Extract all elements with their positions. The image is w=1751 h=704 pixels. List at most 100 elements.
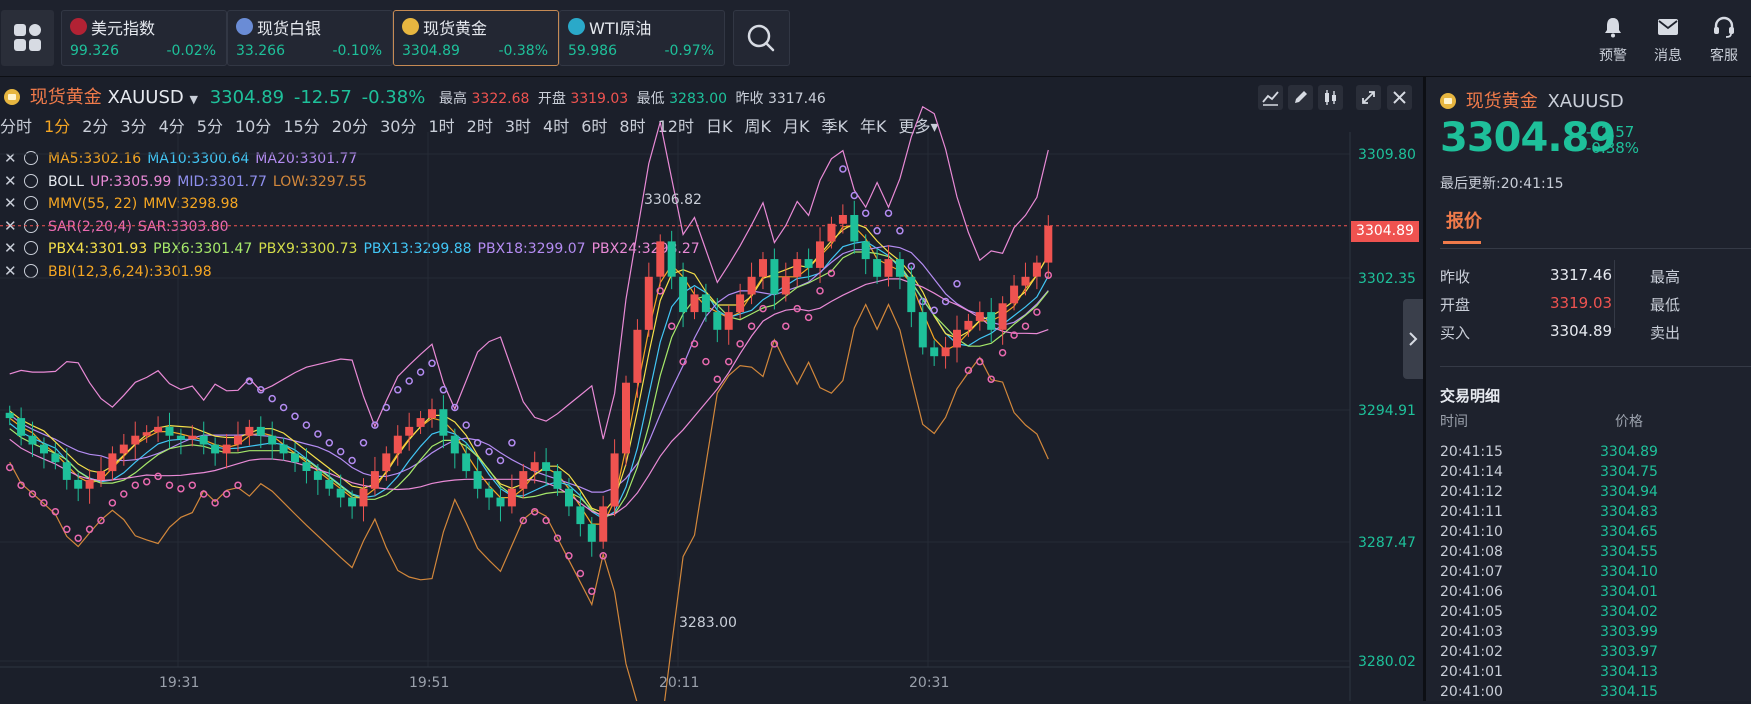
candle-body <box>108 453 117 472</box>
divider <box>1440 248 1751 249</box>
remove-indicator-icon[interactable]: ✕ <box>4 262 18 280</box>
remove-indicator-icon[interactable]: ✕ <box>4 217 18 235</box>
sar-dot <box>108 499 117 507</box>
timeframe-option[interactable]: 4分 <box>159 117 185 136</box>
candle-body <box>838 215 847 224</box>
indicator-settings-icon[interactable] <box>24 241 38 255</box>
ticker-change: -0.97% <box>664 43 714 59</box>
timeframe-option[interactable]: 3分 <box>120 117 146 136</box>
indicator-legend: ✕ MA5:3302.16 MA10:3300.64 MA20:3301.77 ✕ BOL… <box>4 149 706 284</box>
timeframe-option[interactable]: 10分 <box>235 117 271 136</box>
sar-dot <box>724 357 733 366</box>
chart-price: 3304.89 <box>209 87 285 108</box>
indicator-value: PBX9:3300.73 <box>258 241 358 257</box>
trade-time: 20:41:07 <box>1440 564 1503 580</box>
timeframe-option[interactable]: 年K <box>860 117 887 136</box>
timeframe-option[interactable]: 8时 <box>619 117 645 136</box>
timeframe-option[interactable]: 季K <box>821 117 848 136</box>
candle-body <box>496 497 505 507</box>
candle-body <box>245 426 254 436</box>
candle-body <box>154 426 163 433</box>
candle-body <box>553 471 562 489</box>
draw-tool-button[interactable] <box>1288 85 1313 110</box>
timeframe-option[interactable]: 月K <box>783 117 810 136</box>
message-button[interactable]: 消息 <box>1644 16 1692 65</box>
ticker-card[interactable]: WTI原油 59.986 -0.97% <box>559 10 725 66</box>
timeframe-option[interactable]: 周K <box>744 117 771 136</box>
y-axis-label: 3280.02 <box>1358 654 1416 670</box>
trade-row: 20:41:14 3304.75 <box>1440 464 1740 484</box>
candle-body <box>450 435 459 454</box>
remove-indicator-icon[interactable]: ✕ <box>4 149 18 167</box>
timeframe-option[interactable]: 5分 <box>197 117 223 136</box>
trades-header-price: 价格 <box>1615 414 1643 430</box>
indicator-tool-button[interactable] <box>1258 85 1283 110</box>
candle-body <box>804 259 813 268</box>
fullscreen-button[interactable] <box>1356 85 1381 110</box>
indicator-settings-icon[interactable] <box>24 196 38 210</box>
timeframe-option[interactable]: 1分 <box>44 117 70 136</box>
sar-dot <box>359 439 368 447</box>
remove-indicator-icon[interactable]: ✕ <box>4 239 18 257</box>
ticker-card[interactable]: 现货黄金 3304.89 -0.38% <box>393 10 559 66</box>
timeframe-option[interactable]: 4时 <box>543 117 569 136</box>
service-button[interactable]: 客服 <box>1700 16 1748 65</box>
sar-dot <box>941 297 950 306</box>
expand-sidebar-button[interactable] <box>1403 299 1423 379</box>
remove-indicator-icon[interactable]: ✕ <box>4 194 18 212</box>
timeframe-option[interactable]: 20分 <box>332 117 368 136</box>
timeframe-option[interactable]: 6时 <box>581 117 607 136</box>
timeframe-option[interactable]: 3时 <box>505 117 531 136</box>
chart-symbol-cn[interactable]: 现货黄金 <box>30 87 102 108</box>
timeframe-option[interactable]: 15分 <box>283 117 319 136</box>
sar-dot <box>553 534 562 542</box>
indicator-settings-icon[interactable] <box>24 173 38 188</box>
candle-body <box>382 453 391 472</box>
chart-panel: 现货黄金 XAUUSD ▼ 3304.89 -12.57 -0.38% 最高 3… <box>0 77 1423 701</box>
chevron-down-icon[interactable]: ▼ <box>189 93 197 106</box>
candle-body <box>701 294 710 313</box>
sar-dot <box>1044 271 1053 279</box>
sar-dot <box>747 322 756 330</box>
us-flag-icon <box>70 18 87 35</box>
timeframe-option[interactable]: 更多▾ <box>898 117 938 136</box>
ticker-card[interactable]: 现货白银 33.266 -0.10% <box>227 10 393 66</box>
indicator-settings-icon[interactable] <box>24 218 38 233</box>
ticker-change: -0.10% <box>332 43 382 59</box>
timeframe-option[interactable]: 日K <box>706 117 733 136</box>
alert-button[interactable]: 预警 <box>1589 16 1637 65</box>
ticker-card[interactable]: 美元指数 99.326 -0.02% <box>61 10 227 66</box>
oil-icon <box>568 18 585 35</box>
timeframe-option[interactable]: 分时 <box>0 117 32 136</box>
apps-menu-button[interactable] <box>1 10 54 66</box>
candle-type-button[interactable] <box>1318 85 1343 110</box>
timeframe-option[interactable]: 2时 <box>467 117 493 136</box>
trade-price: 3304.13 <box>1600 664 1658 680</box>
sar-dot <box>884 209 893 217</box>
tab-quote[interactable]: 报价 <box>1446 207 1482 233</box>
trade-time: 20:41:11 <box>1440 504 1503 520</box>
indicator-settings-icon[interactable] <box>24 151 38 165</box>
close-icon <box>1393 91 1406 104</box>
apps-grid-icon <box>29 24 41 36</box>
sar-dot <box>325 439 334 447</box>
indicator-settings-icon[interactable] <box>24 263 38 278</box>
chart-symbol-code[interactable]: XAUUSD <box>107 87 183 108</box>
candle-body <box>5 412 14 419</box>
indicator-value: PBX6:3301.47 <box>153 241 253 257</box>
sar-dot <box>667 322 676 330</box>
trade-time: 20:41:08 <box>1440 544 1503 560</box>
timeframe-option[interactable]: 1时 <box>428 117 454 136</box>
trade-row: 20:41:08 3304.55 <box>1440 544 1740 564</box>
timeframe-option[interactable]: 12时 <box>658 117 694 136</box>
timeframe-option[interactable]: 2分 <box>82 117 108 136</box>
candle-body <box>131 435 140 445</box>
quote-key: 最高 <box>1650 268 1681 286</box>
close-chart-button[interactable] <box>1387 85 1412 110</box>
quote-key: 最低 <box>1650 296 1681 314</box>
search-button[interactable] <box>733 10 790 66</box>
timeframe-option[interactable]: 30分 <box>380 117 416 136</box>
trade-time: 20:41:10 <box>1440 524 1503 540</box>
remove-indicator-icon[interactable]: ✕ <box>4 172 18 190</box>
ticker-name: 现货白银 <box>257 19 322 38</box>
